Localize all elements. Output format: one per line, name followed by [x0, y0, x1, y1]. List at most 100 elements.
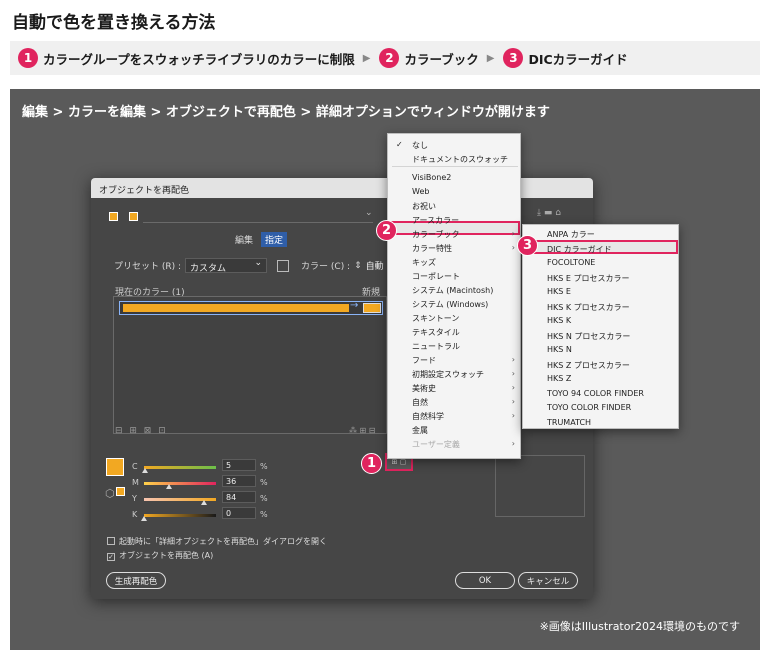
- submenu-item[interactable]: HKS K: [547, 316, 571, 325]
- menu-path-caption: 編集 > カラーを編集 > オブジェクトで再配色 > 詳細オプションでウィンドウ…: [22, 105, 550, 120]
- menu-item[interactable]: 自然: [412, 397, 428, 408]
- chevron-right-icon: ›: [511, 369, 515, 378]
- submenu-item[interactable]: TOYO 94 COLOR FINDER: [547, 389, 644, 398]
- menu-item[interactable]: 自然科学: [412, 411, 444, 422]
- menu-item[interactable]: なし: [412, 140, 428, 151]
- menu-item[interactable]: システム (Windows): [412, 299, 488, 310]
- menu-item[interactable]: フード: [412, 355, 436, 366]
- slider-k[interactable]: [144, 514, 216, 517]
- folder-icon[interactable]: ⤓ ▬ ⌂: [537, 208, 561, 218]
- ok-button[interactable]: OK: [455, 572, 515, 589]
- checkbox-checked-icon[interactable]: ✓: [107, 553, 115, 561]
- color-list: →: [113, 296, 387, 434]
- menu-item[interactable]: ニュートラル: [412, 341, 460, 352]
- menu-divider: [392, 166, 518, 167]
- menu-item[interactable]: コーポレート: [412, 271, 460, 282]
- color-row[interactable]: →: [119, 300, 383, 315]
- value-y[interactable]: 84: [222, 491, 256, 503]
- chevron-right-icon: ›: [511, 229, 515, 238]
- slider-c[interactable]: [144, 466, 216, 469]
- generate-recolor-button[interactable]: 生成再配色: [106, 572, 166, 589]
- menu-item[interactable]: カラー特性: [412, 243, 452, 254]
- chevron-right-icon: ›: [511, 411, 515, 420]
- step-1-label: カラーグループをスウォッチライブラリのカラーに制限: [43, 51, 355, 67]
- menu-item[interactable]: ユーザー定義: [412, 439, 460, 450]
- menu-item[interactable]: キッズ: [412, 257, 436, 268]
- value-k[interactable]: 0: [222, 507, 256, 519]
- tab-edit[interactable]: 編集: [231, 232, 257, 247]
- menu-item[interactable]: スキントーン: [412, 313, 459, 324]
- submenu-item[interactable]: HKS Z プロセスカラー: [547, 360, 630, 371]
- arrow-right-icon[interactable]: →: [350, 300, 358, 311]
- stepper-icon[interactable]: ⇕: [354, 261, 362, 271]
- menu-item[interactable]: VisiBone2: [412, 173, 451, 182]
- step-3-badge: 3: [503, 48, 524, 68]
- percent-c: %: [260, 462, 268, 471]
- menu-item[interactable]: ドキュメントのスウォッチ: [412, 154, 508, 165]
- submenu-item[interactable]: FOCOLTONE: [547, 258, 595, 267]
- cancel-button[interactable]: キャンセル: [518, 572, 578, 589]
- slider-thumb-y[interactable]: [201, 500, 207, 505]
- slider-thumb-k[interactable]: [141, 516, 147, 521]
- chevron-down-icon[interactable]: ⌄: [365, 208, 373, 218]
- recolor-art-checkbox[interactable]: ✓ オブジェクトを再配色 (A): [107, 550, 213, 561]
- callout-3: 3: [517, 235, 538, 256]
- chevron-right-icon: ›: [511, 383, 515, 392]
- tab-assign[interactable]: 指定: [261, 232, 288, 247]
- submenu-item[interactable]: HKS E プロセスカラー: [547, 273, 629, 284]
- step-breadcrumb: 1 カラーグループをスウォッチライブラリのカラーに制限 ▶ 2 カラーブック ▶…: [10, 41, 760, 75]
- open-on-launch-label: 起動時に「詳細オプジェクトを再配色」ダイアログを開く: [119, 537, 327, 546]
- current-color-bar[interactable]: [123, 304, 349, 312]
- menu-item[interactable]: Web: [412, 187, 429, 196]
- slider-thumb-m[interactable]: [166, 484, 172, 489]
- submenu-item[interactable]: TOYO COLOR FINDER: [547, 403, 631, 412]
- new-color-swatch[interactable]: [363, 303, 381, 313]
- preset-select[interactable]: カスタム: [185, 258, 268, 274]
- submenu-item[interactable]: ANPA カラー: [547, 229, 595, 240]
- preset-options-icon[interactable]: [277, 259, 290, 272]
- value-c[interactable]: 5: [222, 459, 256, 471]
- step-2-label: カラーブック: [404, 51, 479, 67]
- submenu-item[interactable]: HKS N プロセスカラー: [547, 331, 630, 342]
- value-m[interactable]: 36: [222, 475, 256, 487]
- submenu-item[interactable]: TRUMATCH: [547, 418, 591, 427]
- randomize-icon[interactable]: ⁂ ⊞ ⊟: [349, 426, 376, 435]
- preset-label: プリセット (R) :: [114, 262, 182, 272]
- color-count-select[interactable]: 自動: [366, 259, 384, 272]
- slider-thumb-c[interactable]: [142, 468, 148, 473]
- menu-item[interactable]: テキスタイル: [412, 327, 460, 338]
- menu-item[interactable]: 金属: [412, 425, 428, 436]
- out-of-gamut-swatch[interactable]: [116, 487, 125, 496]
- group-swatch-icon[interactable]: [109, 212, 118, 221]
- open-on-launch-checkbox[interactable]: 起動時に「詳細オプジェクトを再配色」ダイアログを開く: [107, 536, 327, 547]
- menu-item[interactable]: 初期設定スウォッチ: [412, 369, 484, 380]
- menu-item[interactable]: 美術史: [412, 383, 436, 394]
- submenu-item[interactable]: HKS E: [547, 287, 571, 296]
- check-icon: ✓: [396, 140, 403, 149]
- color-wheel-panel: [495, 455, 585, 517]
- menu-item[interactable]: カラーブック: [412, 229, 460, 240]
- color-swatch[interactable]: [129, 212, 138, 221]
- submenu-item[interactable]: HKS Z: [547, 374, 571, 383]
- recolor-art-label: オブジェクトを再配色 (A): [119, 551, 214, 560]
- swatch-library-menu: ✓ なしドキュメントのスウォッチ VisiBone2 Web お祝いアースカラー カラー…: [387, 133, 521, 459]
- chevron-right-icon: ›: [511, 355, 515, 364]
- submenu-item[interactable]: HKS K プロセスカラー: [547, 302, 630, 313]
- submenu-item[interactable]: DIC カラーガイド: [547, 244, 612, 255]
- active-color-swatch[interactable]: [106, 458, 124, 476]
- menu-item[interactable]: アースカラー: [412, 215, 459, 226]
- callout-1: 1: [361, 453, 382, 474]
- percent-y: %: [260, 494, 268, 503]
- chevron-right-icon: ›: [511, 439, 515, 448]
- color-book-submenu: ANPA カラー DIC カラーガイド FOCOLTONE HKS E プロセスカラー…: [522, 224, 679, 429]
- callout-2: 2: [376, 220, 397, 241]
- menu-item[interactable]: システム (Macintosh): [412, 285, 493, 296]
- list-tools-icon[interactable]: ⊟ ⊞ ⊠ ⊡: [115, 426, 168, 436]
- page-title: 自動で色を置き換える方法: [12, 13, 216, 33]
- slider-label-k: K: [132, 510, 138, 519]
- checkbox-unchecked-icon[interactable]: [107, 537, 115, 545]
- group-name-field[interactable]: [143, 210, 373, 223]
- menu-item[interactable]: お祝い: [412, 201, 436, 212]
- slider-m[interactable]: [144, 482, 216, 485]
- submenu-item[interactable]: HKS N: [547, 345, 572, 354]
